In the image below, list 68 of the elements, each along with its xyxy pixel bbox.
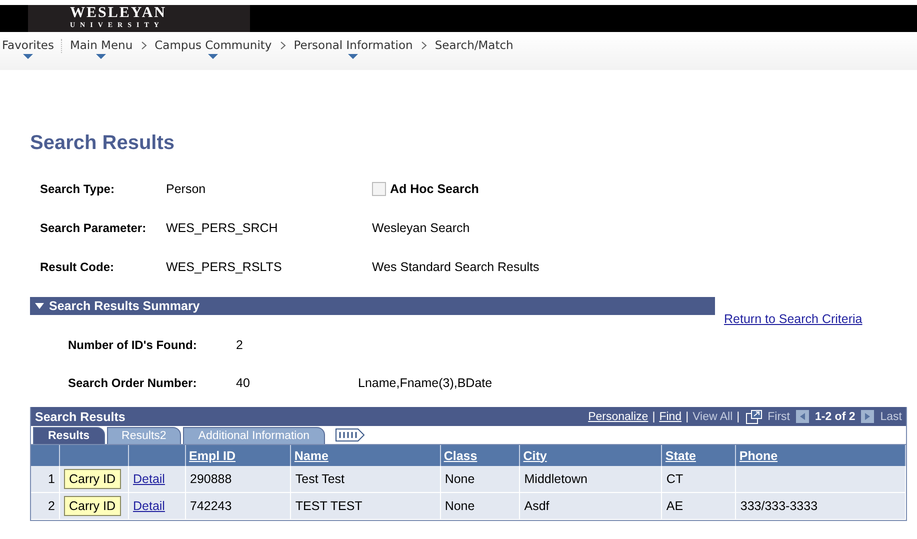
next-icon (861, 410, 874, 423)
column-header[interactable]: City (523, 448, 547, 462)
section-header[interactable]: Search Results Summary (30, 297, 715, 315)
summary-value: 40 (236, 376, 251, 390)
summary-label: Number of ID's Found: (68, 338, 198, 352)
column-header[interactable]: State (665, 448, 696, 462)
grid-link[interactable]: Find (659, 410, 682, 422)
field-label: Search Parameter: (39, 220, 148, 234)
column-header[interactable]: Name (294, 448, 328, 462)
column-header[interactable]: Phone (739, 448, 778, 462)
breadcrumb-link[interactable]: Main Menu (70, 38, 133, 52)
summary-label: Search Order Number: (68, 376, 198, 390)
dropdown-icon[interactable] (208, 54, 218, 59)
carry-id-button[interactable]: Carry ID (64, 469, 121, 489)
checkbox[interactable] (372, 182, 386, 196)
breadcrumb-link[interactable]: Personal Information (294, 38, 413, 52)
field-label: Result Code: (39, 260, 116, 274)
detail-link[interactable]: Detail (133, 472, 165, 486)
collapse-icon[interactable] (35, 303, 44, 309)
separator-text: | (736, 410, 740, 422)
field-description: Wesleyan Search (372, 220, 470, 234)
dropdown-icon[interactable] (22, 54, 33, 59)
return-link[interactable]: Return to Search Criteria (724, 312, 862, 326)
show-all-columns-icon[interactable] (334, 428, 365, 442)
section-title: Search Results Summary (49, 299, 200, 313)
chevron-icon (420, 41, 427, 50)
table-cell: None (444, 499, 475, 513)
breadcrumb-link[interactable]: Search/Match (434, 38, 514, 52)
table-cell: AE (666, 499, 684, 513)
logo-title: WESLEYAN (70, 6, 166, 21)
row-count: 1-2 of 2 (814, 410, 856, 422)
breadcrumb-link[interactable]: Campus Community (154, 38, 272, 52)
field-description: Wes Standard Search Results (372, 260, 540, 274)
table-cell: 290888 (190, 472, 232, 486)
chevron-icon (140, 41, 147, 50)
zoom-icon[interactable] (746, 410, 762, 424)
chevron-icon (280, 41, 286, 50)
column-header[interactable]: Empl ID (189, 448, 236, 462)
row-number: 1 (48, 472, 55, 486)
separator-text: | (686, 410, 689, 422)
page-title: Search Results (30, 132, 176, 155)
checkbox-label: Ad Hoc Search (390, 182, 479, 196)
table-cell: Test Test (295, 472, 344, 486)
separator-text: | (652, 410, 656, 422)
field-value: WES_PERS_SRCH (166, 220, 279, 234)
summary-value: 2 (236, 338, 244, 352)
table-cell: CT (666, 472, 684, 486)
table-cell: 742243 (190, 499, 232, 513)
detail-link[interactable]: Detail (133, 499, 165, 513)
dropdown-icon[interactable] (96, 54, 106, 59)
breadcrumb-link[interactable]: Favorites (2, 38, 54, 52)
previous-icon (796, 410, 809, 423)
grid-title: Search Results (35, 410, 126, 424)
dropdown-icon[interactable] (348, 54, 358, 59)
table-cell: None (444, 472, 475, 486)
field-label: Search Type: (39, 182, 116, 196)
row-number: 2 (48, 499, 55, 513)
summary-description: Lname,Fname(3),BDate (358, 376, 492, 390)
table-cell: Middletown (524, 472, 588, 486)
table-cell: 333/333-3333 (740, 499, 818, 513)
field-value: Person (166, 182, 207, 196)
table-cell: TEST TEST (295, 499, 362, 513)
grid-link[interactable]: Personalize (588, 410, 648, 422)
tab[interactable]: Results (33, 427, 105, 444)
carry-id-button[interactable]: Carry ID (64, 496, 121, 516)
field-value: WES_PERS_RSLTS (166, 260, 283, 274)
column-header[interactable]: Class (444, 448, 478, 462)
table-cell: Asdf (524, 499, 550, 513)
